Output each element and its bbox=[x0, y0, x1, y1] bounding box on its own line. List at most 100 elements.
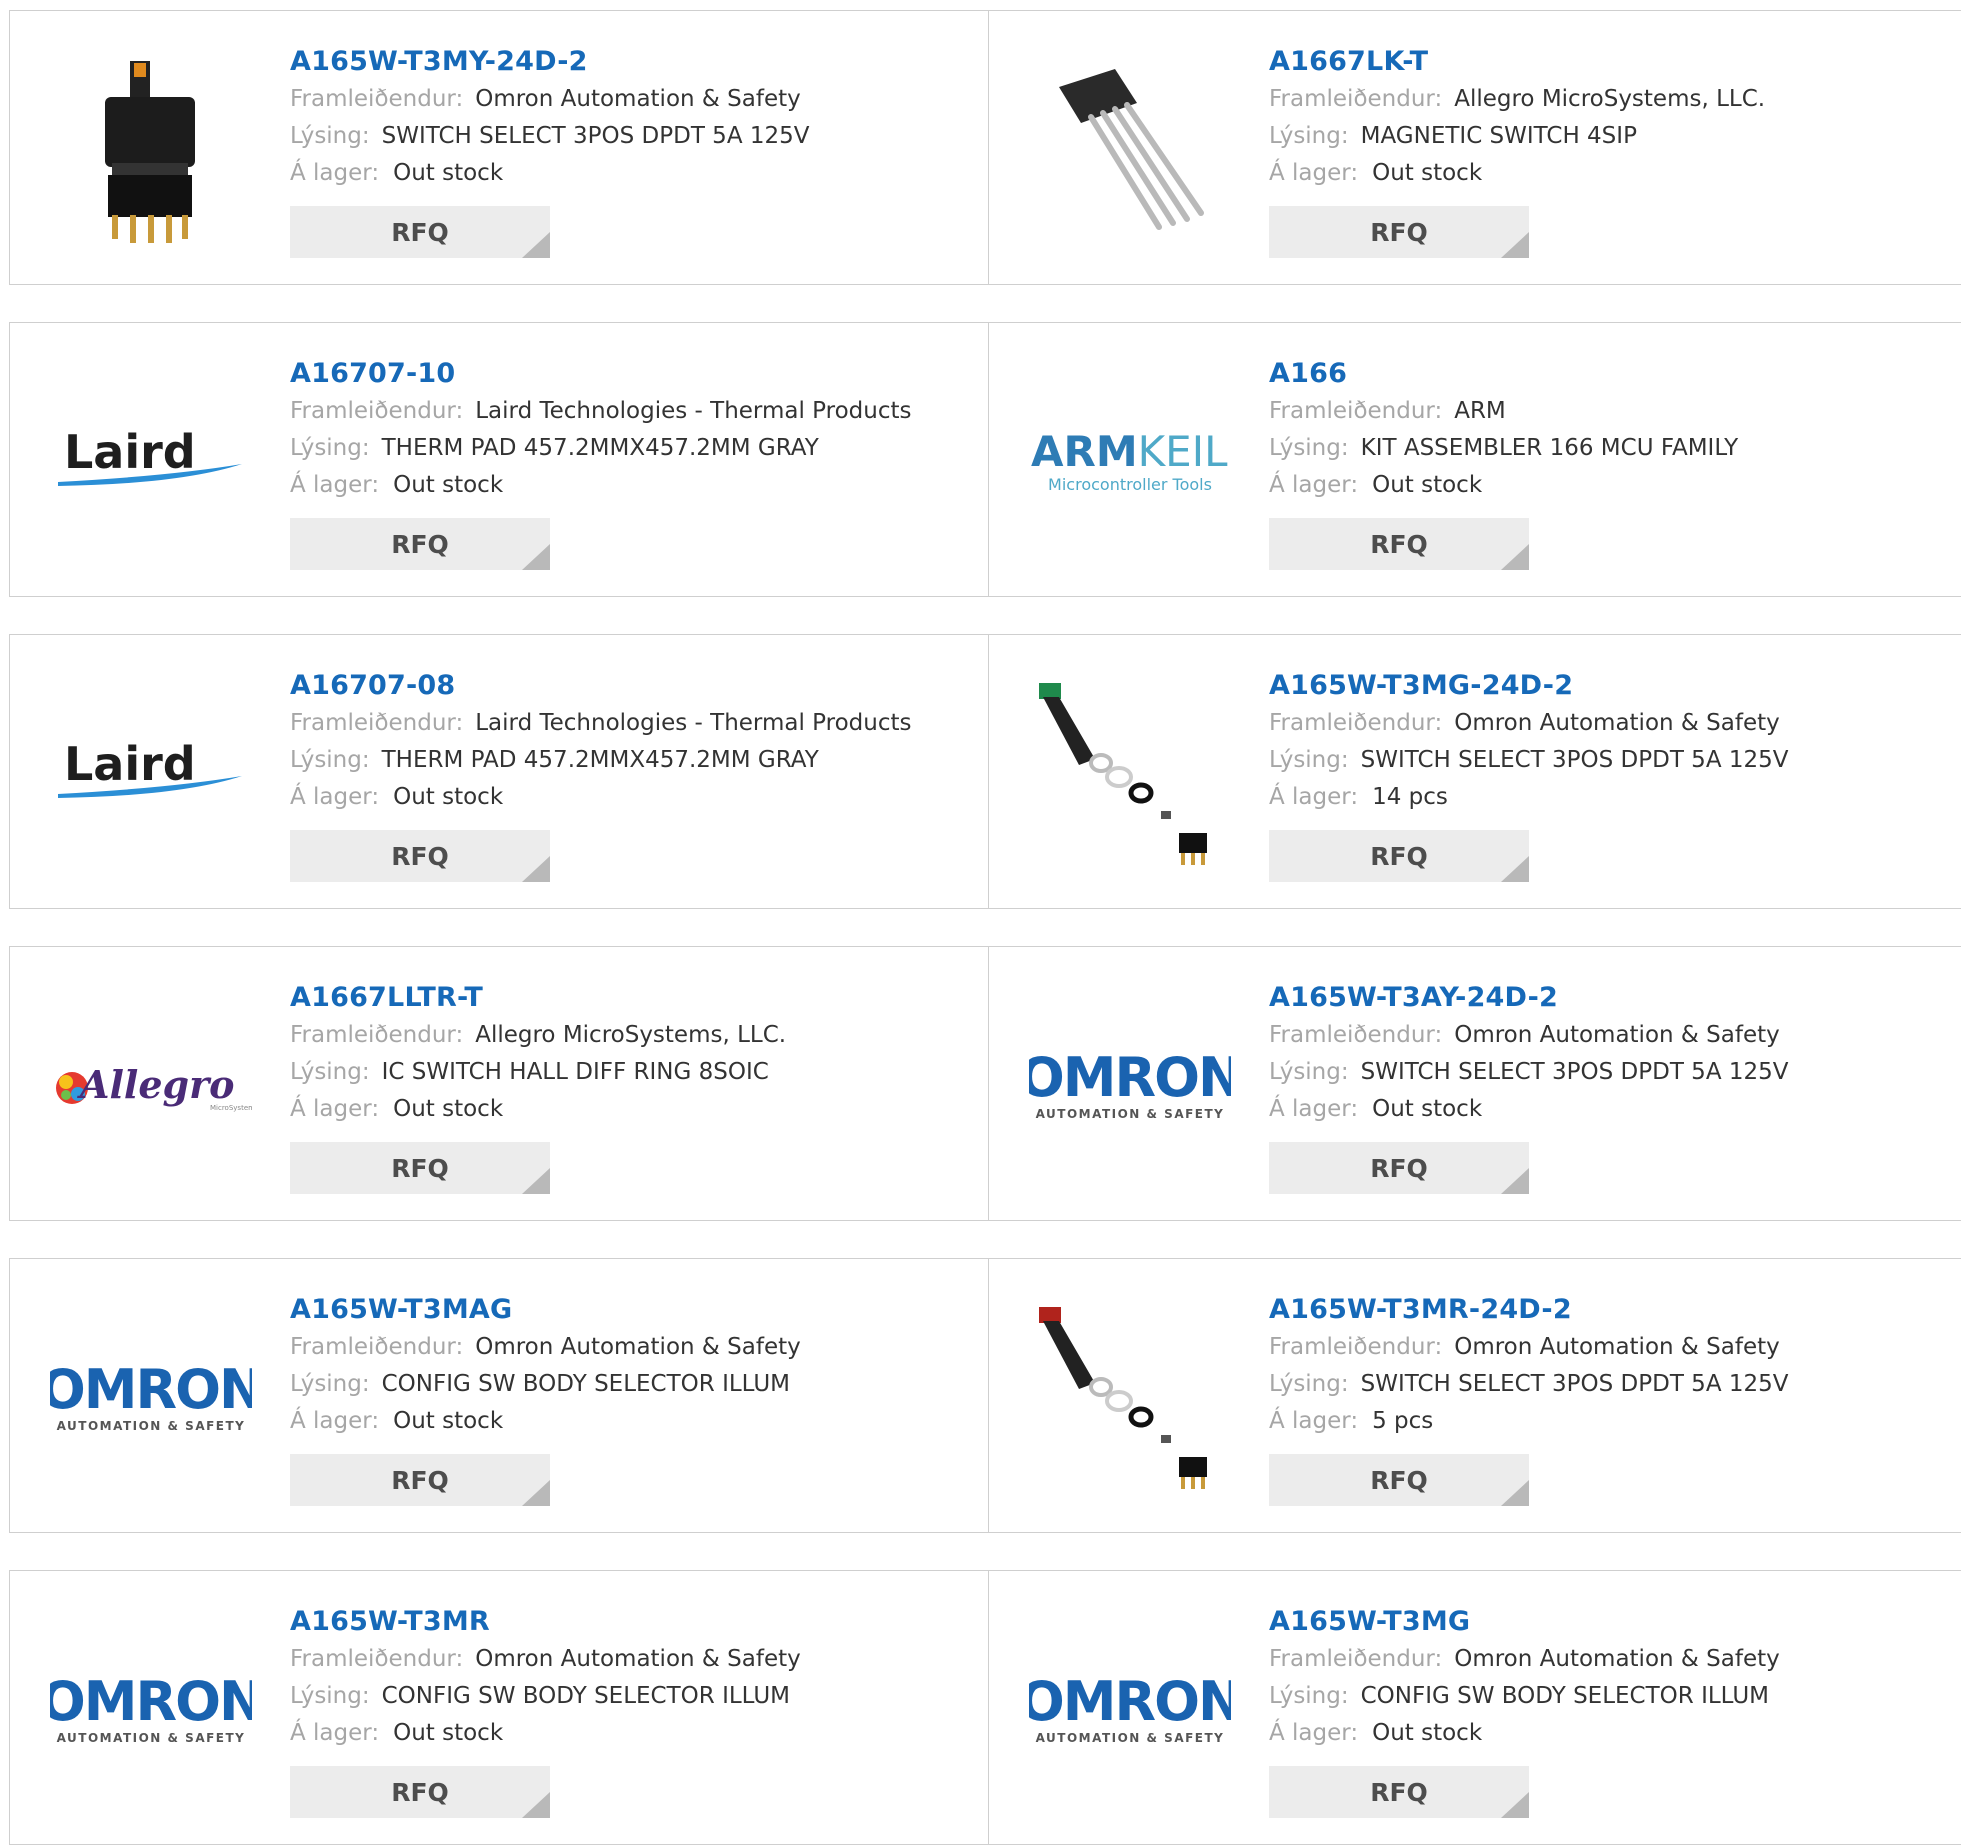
product-image[interactable]: OMRON AUTOMATION & SAFETY bbox=[1029, 987, 1231, 1189]
manufacturer-label: Framleiðendur: bbox=[290, 1646, 464, 1672]
product-image[interactable] bbox=[1029, 675, 1231, 877]
product-image[interactable] bbox=[1029, 1299, 1231, 1501]
part-number-link[interactable]: A1667LLTR-T bbox=[290, 979, 786, 1017]
product-card: Laird A16707-10 Framleiðendur: Laird Tech… bbox=[10, 323, 988, 596]
rfq-button[interactable]: RFQ bbox=[290, 1766, 550, 1818]
switch-kit-green-photo bbox=[1039, 683, 1207, 865]
armkeil-logo: ARMKEIL Microcontroller Tools bbox=[1031, 427, 1228, 494]
product-image[interactable]: OMRON AUTOMATION & SAFETY bbox=[50, 1299, 252, 1501]
rfq-button[interactable]: RFQ bbox=[1269, 206, 1529, 258]
description-label: Lýsing: bbox=[1269, 1059, 1349, 1085]
corner-fold-icon bbox=[522, 1480, 550, 1506]
description-label: Lýsing: bbox=[290, 1371, 370, 1397]
svg-text:OMRON: OMRON bbox=[50, 1360, 252, 1421]
manufacturer-label: Framleiðendur: bbox=[290, 398, 464, 424]
rfq-button[interactable]: RFQ bbox=[290, 1142, 550, 1194]
description-row: Lýsing: CONFIG SW BODY SELECTOR ILLUM bbox=[1269, 1678, 1780, 1715]
part-number-link[interactable]: A165W-T3AY-24D-2 bbox=[1269, 979, 1789, 1017]
description-row: Lýsing: IC SWITCH HALL DIFF RING 8SOIC bbox=[290, 1054, 786, 1091]
manufacturer-row: Framleiðendur: Omron Automation & Safety bbox=[290, 1641, 801, 1678]
stock-row: Á lager: Out stock bbox=[1269, 155, 1765, 192]
description-row: Lýsing: SWITCH SELECT 3POS DPDT 5A 125V bbox=[1269, 1054, 1789, 1091]
part-number-link[interactable]: A166 bbox=[1269, 355, 1738, 393]
stock-label: Á lager: bbox=[290, 160, 380, 186]
product-card: ARMKEIL Microcontroller Tools A166 Framl… bbox=[988, 323, 1961, 596]
svg-text:AUTOMATION & SAFETY: AUTOMATION & SAFETY bbox=[1036, 1107, 1225, 1121]
rfq-button[interactable]: RFQ bbox=[1269, 830, 1529, 882]
description-label: Lýsing: bbox=[1269, 435, 1349, 461]
rfq-button[interactable]: RFQ bbox=[1269, 518, 1529, 570]
rfq-button[interactable]: RFQ bbox=[290, 206, 550, 258]
description-row: Lýsing: SWITCH SELECT 3POS DPDT 5A 125V bbox=[1269, 1366, 1789, 1403]
corner-fold-icon bbox=[1501, 544, 1529, 570]
stock-row: Á lager: Out stock bbox=[1269, 467, 1738, 504]
manufacturer-value: Omron Automation & Safety bbox=[1454, 1646, 1780, 1672]
rfq-label: RFQ bbox=[1370, 1777, 1428, 1807]
product-row: Laird A16707-08 Framleiðendur: Laird Tech… bbox=[9, 634, 1961, 909]
product-info: A16707-10 Framleiðendur: Laird Technologi… bbox=[290, 355, 912, 570]
part-number-link[interactable]: A1667LK-T bbox=[1269, 43, 1765, 81]
rfq-button[interactable]: RFQ bbox=[290, 518, 550, 570]
manufacturer-row: Framleiðendur: Omron Automation & Safety bbox=[1269, 1017, 1789, 1054]
description-value: KIT ASSEMBLER 166 MCU FAMILY bbox=[1360, 435, 1739, 461]
rfq-label: RFQ bbox=[1370, 217, 1428, 247]
stock-label: Á lager: bbox=[1269, 472, 1359, 498]
product-image[interactable]: ARMKEIL Microcontroller Tools bbox=[1029, 363, 1231, 565]
product-image[interactable] bbox=[1029, 51, 1231, 253]
product-image[interactable]: OMRON AUTOMATION & SAFETY bbox=[1029, 1611, 1231, 1813]
manufacturer-value: Allegro MicroSystems, LLC. bbox=[475, 1022, 787, 1048]
product-image[interactable]: Laird bbox=[50, 675, 252, 877]
rfq-label: RFQ bbox=[391, 1465, 449, 1495]
part-number-link[interactable]: A165W-T3MG-24D-2 bbox=[1269, 667, 1789, 705]
svg-text:OMRON: OMRON bbox=[1029, 1048, 1231, 1109]
product-info: A165W-T3MR Framleiðendur: Omron Automatio… bbox=[290, 1603, 801, 1818]
rfq-button[interactable]: RFQ bbox=[1269, 1454, 1529, 1506]
manufacturer-value: Omron Automation & Safety bbox=[1454, 1022, 1780, 1048]
rfq-label: RFQ bbox=[391, 217, 449, 247]
corner-fold-icon bbox=[522, 544, 550, 570]
product-card: OMRON AUTOMATION & SAFETY A165W-T3AY-24D… bbox=[988, 947, 1961, 1220]
rfq-label: RFQ bbox=[391, 529, 449, 559]
stock-value: Out stock bbox=[393, 160, 504, 186]
rfq-label: RFQ bbox=[1370, 841, 1428, 871]
part-number-link[interactable]: A165W-T3MR bbox=[290, 1603, 801, 1641]
description-value: MAGNETIC SWITCH 4SIP bbox=[1360, 123, 1637, 149]
description-row: Lýsing: KIT ASSEMBLER 166 MCU FAMILY bbox=[1269, 430, 1738, 467]
rfq-button[interactable]: RFQ bbox=[1269, 1142, 1529, 1194]
manufacturer-value: Omron Automation & Safety bbox=[475, 1334, 801, 1360]
stock-row: Á lager: Out stock bbox=[290, 1715, 801, 1752]
4sip-sensor-photo bbox=[1059, 69, 1204, 230]
part-number-link[interactable]: A165W-T3MAG bbox=[290, 1291, 801, 1329]
part-number-link[interactable]: A16707-10 bbox=[290, 355, 912, 393]
product-image[interactable]: Allegro MicroSystems bbox=[50, 987, 252, 1189]
description-value: CONFIG SW BODY SELECTOR ILLUM bbox=[381, 1371, 791, 1397]
part-number-link[interactable]: A165W-T3MG bbox=[1269, 1603, 1780, 1641]
part-number-link[interactable]: A165W-T3MY-24D-2 bbox=[290, 43, 810, 81]
stock-value: Out stock bbox=[393, 1720, 504, 1746]
product-image[interactable] bbox=[50, 51, 252, 253]
stock-value: Out stock bbox=[1372, 160, 1483, 186]
manufacturer-value: Omron Automation & Safety bbox=[1454, 710, 1780, 736]
rfq-button[interactable]: RFQ bbox=[1269, 1766, 1529, 1818]
description-value: SWITCH SELECT 3POS DPDT 5A 125V bbox=[1360, 1371, 1789, 1397]
description-label: Lýsing: bbox=[1269, 123, 1349, 149]
product-info: A16707-08 Framleiðendur: Laird Technologi… bbox=[290, 667, 912, 882]
product-image[interactable]: OMRON AUTOMATION & SAFETY bbox=[50, 1611, 252, 1813]
part-number-link[interactable]: A16707-08 bbox=[290, 667, 912, 705]
product-info: A165W-T3AY-24D-2 Framleiðendur: Omron Aut… bbox=[1269, 979, 1789, 1194]
svg-text:AUTOMATION & SAFETY: AUTOMATION & SAFETY bbox=[57, 1419, 246, 1433]
description-row: Lýsing: THERM PAD 457.2MMX457.2MM GRAY bbox=[290, 430, 912, 467]
product-image[interactable]: Laird bbox=[50, 363, 252, 565]
manufacturer-label: Framleiðendur: bbox=[1269, 1334, 1443, 1360]
stock-value: Out stock bbox=[1372, 1096, 1483, 1122]
switch-kit-red-photo bbox=[1039, 1307, 1207, 1489]
rfq-button[interactable]: RFQ bbox=[290, 830, 550, 882]
part-number-link[interactable]: A165W-T3MR-24D-2 bbox=[1269, 1291, 1789, 1329]
rfq-button[interactable]: RFQ bbox=[290, 1454, 550, 1506]
stock-row: Á lager: 14 pcs bbox=[1269, 779, 1789, 816]
corner-fold-icon bbox=[1501, 856, 1529, 882]
svg-text:Allegro: Allegro bbox=[77, 1062, 234, 1107]
rfq-label: RFQ bbox=[1370, 529, 1428, 559]
stock-label: Á lager: bbox=[1269, 160, 1359, 186]
manufacturer-value: Omron Automation & Safety bbox=[475, 86, 801, 112]
